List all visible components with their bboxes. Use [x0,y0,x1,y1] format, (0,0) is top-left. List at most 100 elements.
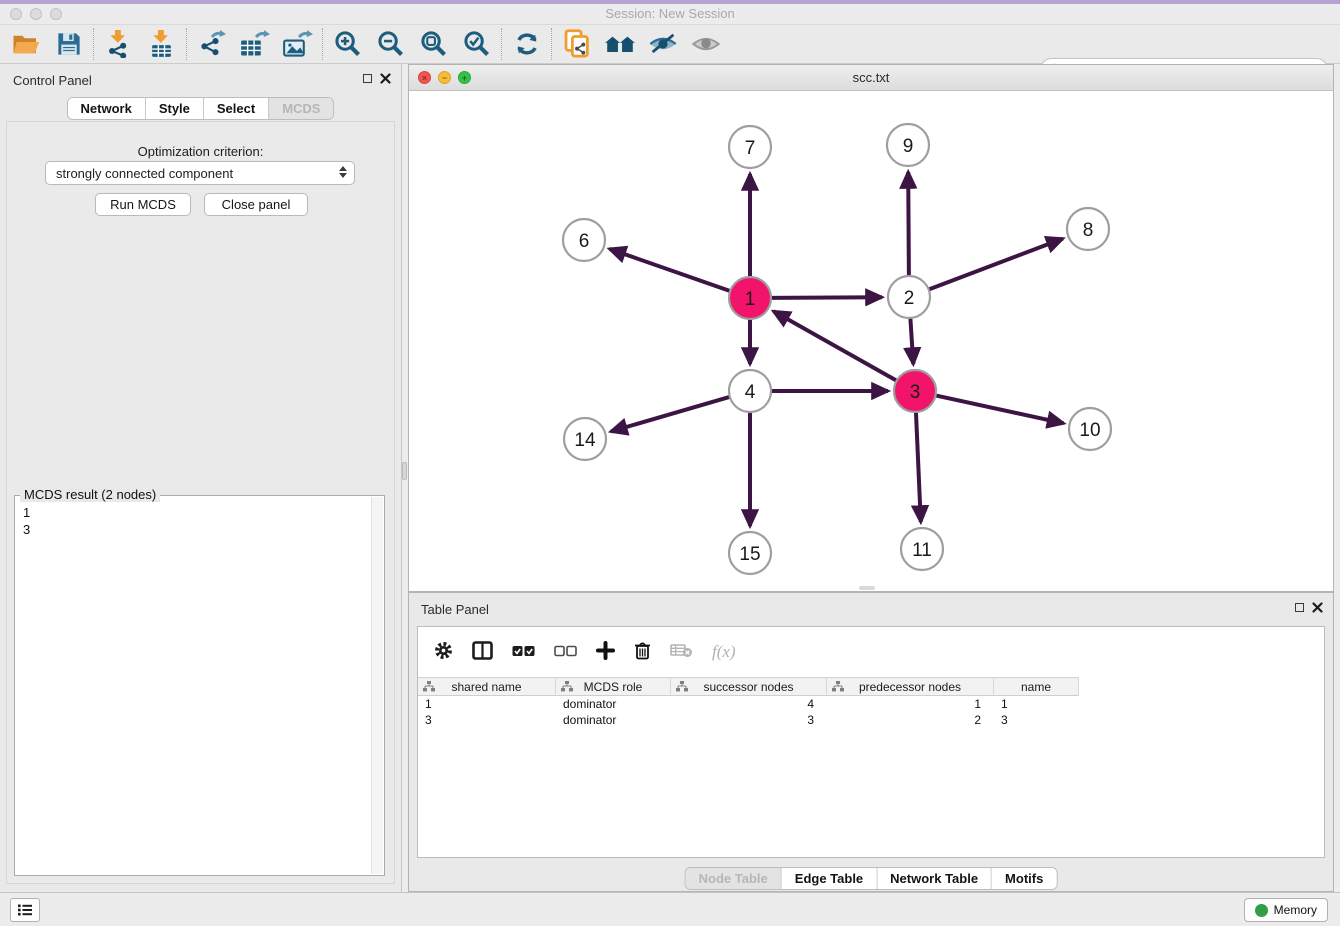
svg-text:2: 2 [904,288,915,309]
node-11[interactable]: 11 [901,528,943,570]
table-settings-button[interactable] [434,641,453,663]
edge-3-1[interactable] [774,311,898,381]
column-header-name[interactable]: name [994,677,1079,696]
column-header-label: MCDS role [584,680,643,694]
tab-network[interactable]: Network [68,98,146,119]
table-panel: Table Panel [408,592,1334,892]
network-minimize-button[interactable]: − [438,71,451,84]
node-3[interactable]: 3 [894,370,936,412]
float-table-panel-icon[interactable] [1295,603,1304,612]
zoom-selected-button[interactable] [455,26,498,62]
result-scrollbar[interactable] [371,497,383,874]
network-view-window: × − + scc.txt 7 9 6 8 1 2 4 3 14 10 15 11 [408,64,1334,592]
node-10[interactable]: 10 [1069,408,1111,450]
node-6[interactable]: 6 [563,219,605,261]
node-7[interactable]: 7 [729,126,771,168]
table-tabs: Node TableEdge TableNetwork TableMotifs [685,867,1058,890]
import-table-button[interactable] [140,26,183,62]
zoom-button[interactable] [50,8,62,20]
close-table-panel-icon[interactable] [1312,602,1323,613]
window-resize-grip[interactable] [859,586,875,590]
edge-3-11[interactable] [916,411,921,522]
memory-button[interactable]: Memory [1244,898,1328,922]
shared-column-icon [561,681,573,692]
node-14[interactable]: 14 [564,418,606,460]
node-1[interactable]: 1 [729,277,771,319]
import-network-button[interactable] [97,26,140,62]
window-title: Session: New Session [0,4,1340,24]
float-panel-icon[interactable] [363,74,372,83]
edge-2-8[interactable] [928,239,1063,290]
tab-style[interactable]: Style [146,98,204,119]
close-button[interactable] [10,8,22,20]
first-neighbors-button[interactable] [555,26,598,62]
optimization-criterion-label: Optimization criterion: [7,144,394,159]
network-close-button[interactable]: × [418,71,431,84]
home-button[interactable] [598,26,641,62]
node-8[interactable]: 8 [1067,208,1109,250]
column-header-mcds-role[interactable]: MCDS role [556,677,671,696]
run-mcds-button[interactable]: Run MCDS [95,193,191,216]
table-cell: dominator [556,696,671,712]
refresh-icon [513,30,541,58]
edge-4-14[interactable] [611,397,731,432]
show-column-button[interactable] [472,641,493,663]
node-15[interactable]: 15 [729,532,771,574]
edge-1-6[interactable] [610,249,732,292]
tab-node-table[interactable]: Node Table [686,868,782,889]
zoom-fit-button[interactable] [412,26,455,62]
zoom-in-button[interactable] [326,26,369,62]
open-session-button[interactable] [4,26,47,62]
save-session-button[interactable] [47,26,90,62]
show-all-button[interactable] [684,26,727,62]
node-table-container: f(x) shared name MCDS role successor nodes… [417,626,1325,858]
network-zoom-button[interactable]: + [458,71,471,84]
network-window-titlebar[interactable]: × − + scc.txt [409,65,1333,91]
tab-network-table[interactable]: Network Table [877,868,992,889]
import-table-icon [148,30,175,58]
tab-motifs[interactable]: Motifs [992,868,1056,889]
edge-3-10[interactable] [935,395,1064,423]
delete-row-button[interactable] [634,641,651,663]
memory-status-icon [1255,904,1268,917]
function-builder-button[interactable]: f(x) [712,642,736,662]
table-cell: 4 [671,696,827,712]
task-list-button[interactable] [10,898,40,922]
hide-selected-button[interactable] [641,26,684,62]
export-table-button[interactable] [233,26,276,62]
edge-1-2[interactable] [770,297,882,298]
edge-2-3[interactable] [910,317,913,364]
criterion-select[interactable]: strongly connected component [45,161,355,185]
column-header-shared-name[interactable]: shared name [418,677,556,696]
node-2[interactable]: 2 [888,276,930,318]
mcds-result-list[interactable]: 13 [16,500,370,874]
table-row[interactable]: 1dominator411 [418,696,1324,712]
close-panel-icon[interactable] [380,73,391,84]
column-header-predecessor-nodes[interactable]: predecessor nodes [827,677,994,696]
table-row[interactable]: 3dominator323 [418,712,1324,728]
tab-select[interactable]: Select [204,98,269,119]
tab-edge-table[interactable]: Edge Table [782,868,877,889]
trash-icon [634,641,651,660]
close-panel-button[interactable]: Close panel [204,193,308,216]
add-row-button[interactable] [596,641,615,663]
edge-2-9[interactable] [908,172,909,277]
table-cell: 1 [418,696,556,712]
node-4[interactable]: 4 [729,370,771,412]
zoom-out-button[interactable] [369,26,412,62]
node-9[interactable]: 9 [887,124,929,166]
tab-mcds[interactable]: MCDS [269,98,333,119]
deselect-all-button[interactable] [554,645,577,660]
zoom-selected-icon [463,30,491,58]
export-image-button[interactable] [276,26,319,62]
minimize-button[interactable] [30,8,42,20]
network-graph[interactable]: 7 9 6 8 1 2 4 3 14 10 15 11 [409,91,1333,591]
column-header-successor-nodes[interactable]: successor nodes [671,677,827,696]
delete-table-button[interactable] [670,643,693,661]
refresh-button[interactable] [505,26,548,62]
eye-icon [691,32,721,56]
splitter-grip-icon[interactable] [402,462,407,480]
mcds-result-box: MCDS result (2 nodes) 13 [14,495,385,876]
select-all-button[interactable] [512,645,535,660]
export-network-button[interactable] [190,26,233,62]
